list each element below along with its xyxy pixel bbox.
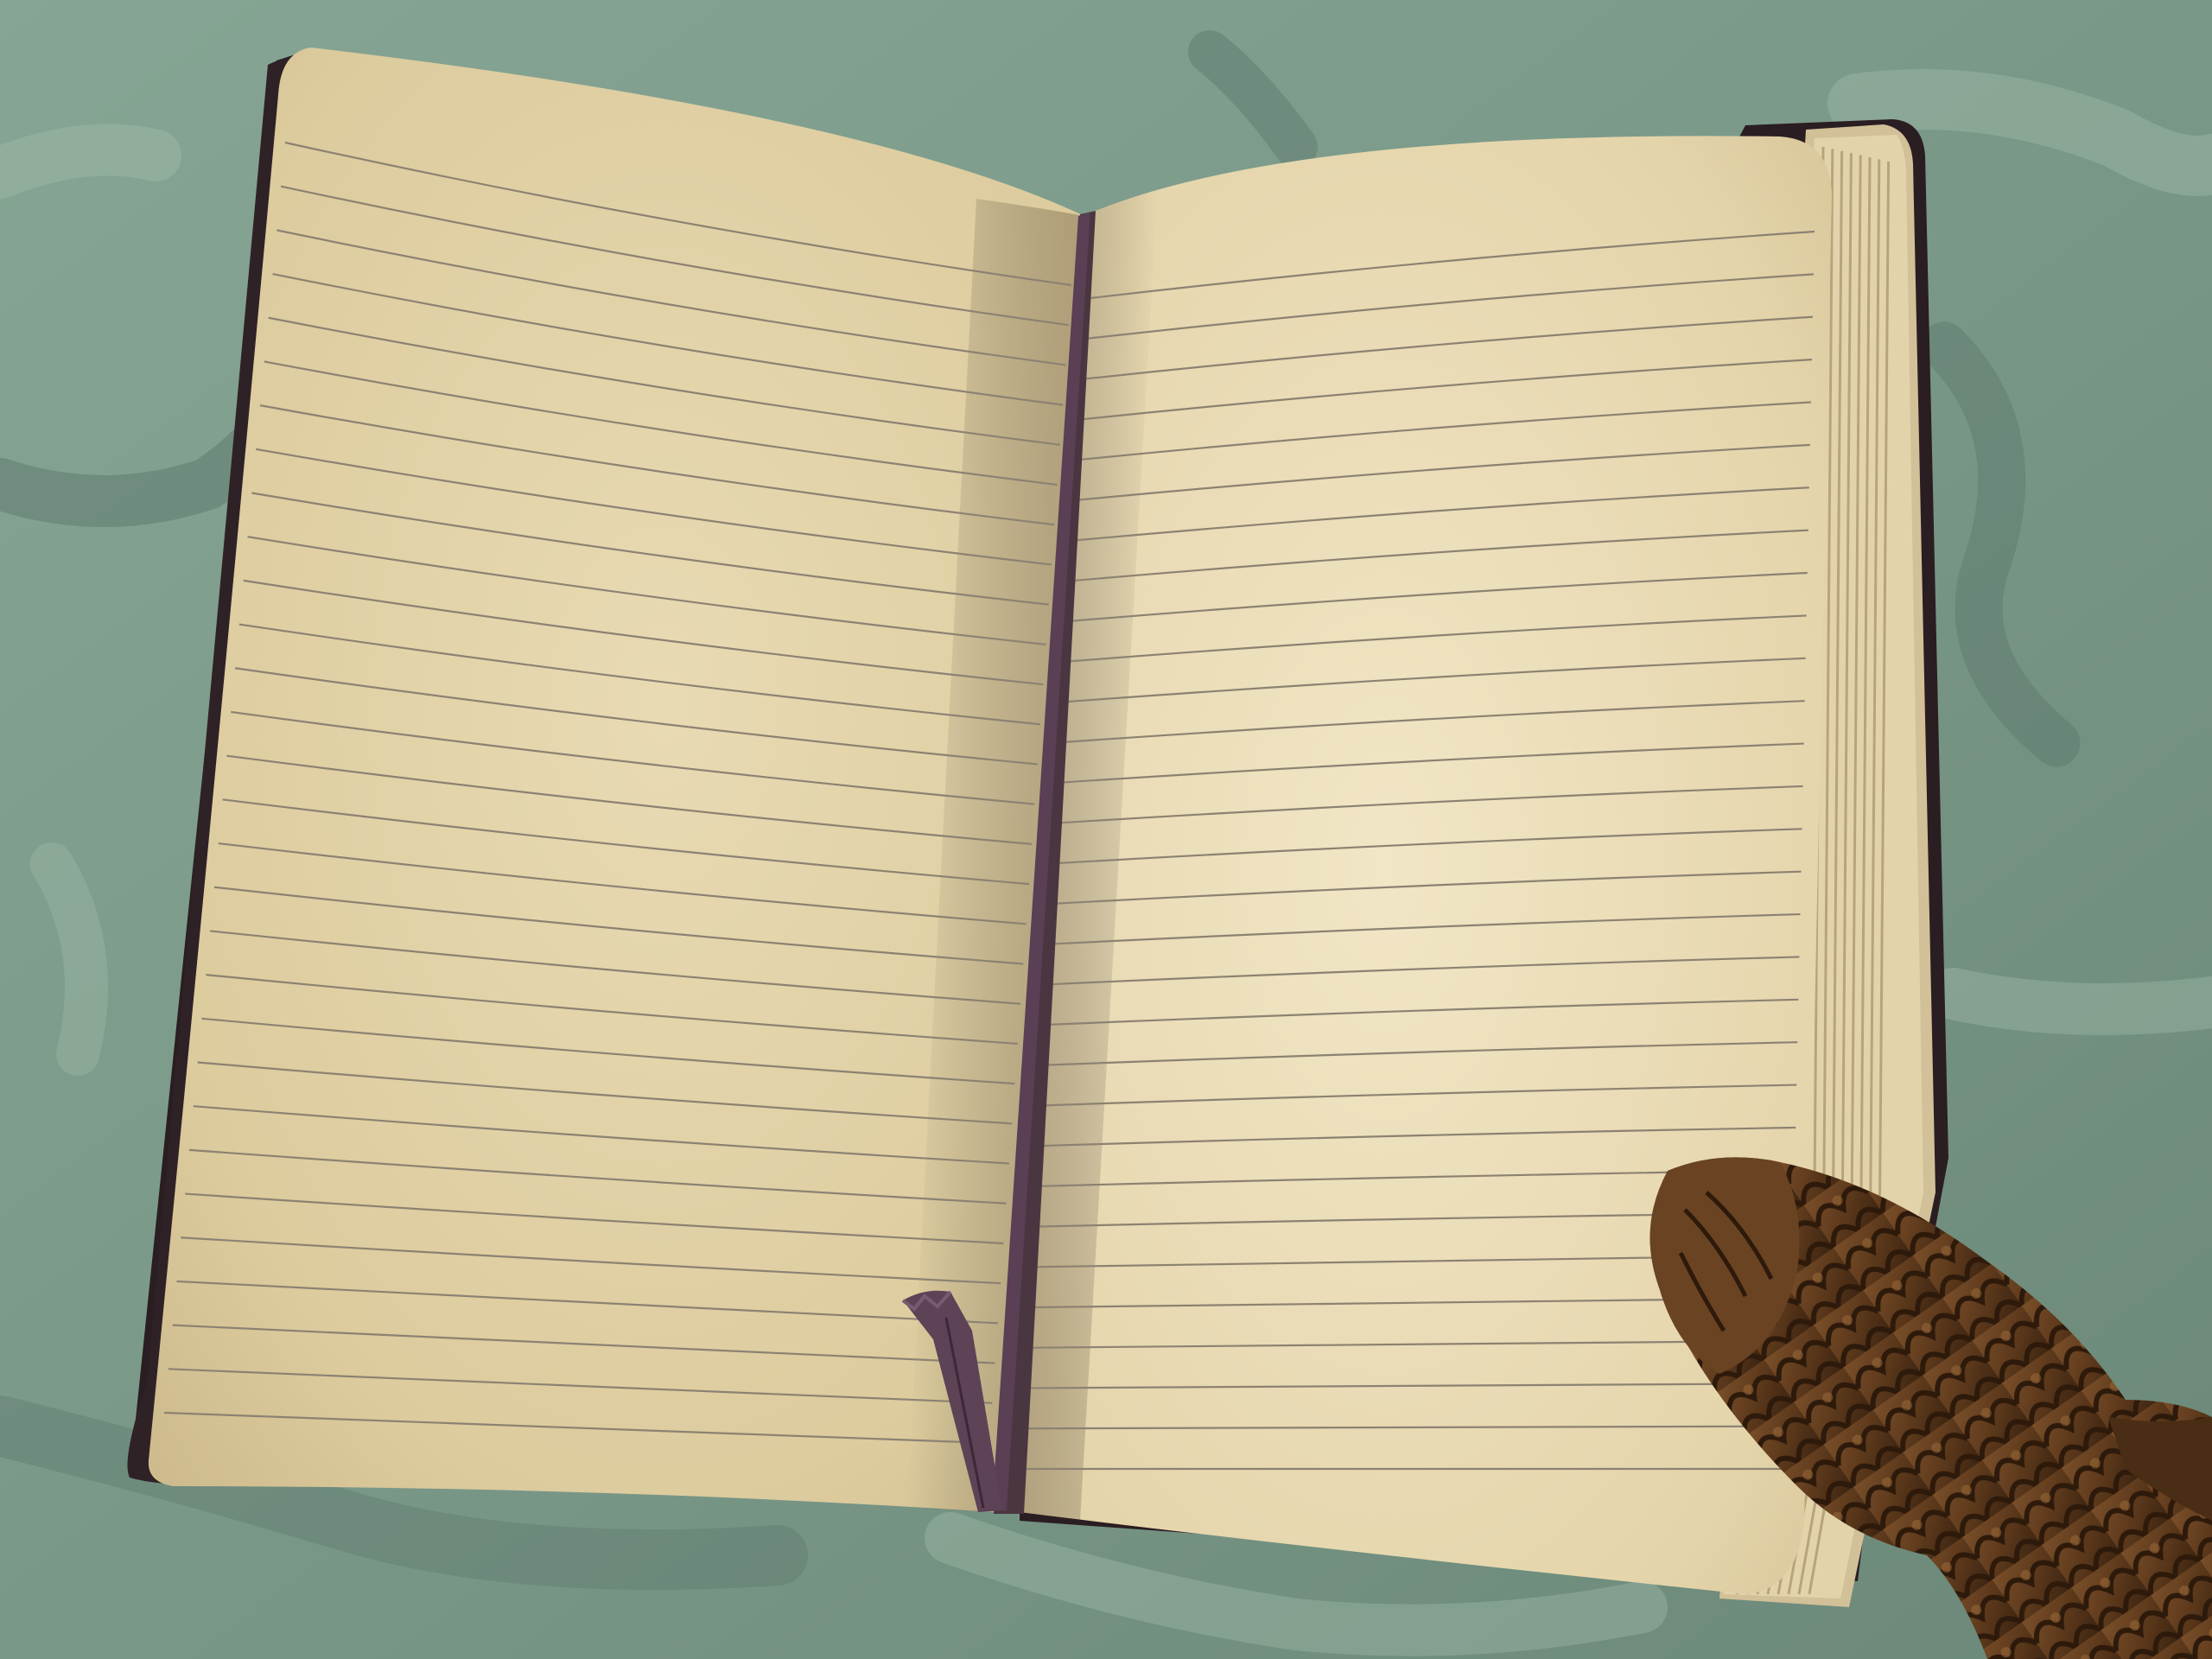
photo-scene <box>0 0 2212 1659</box>
